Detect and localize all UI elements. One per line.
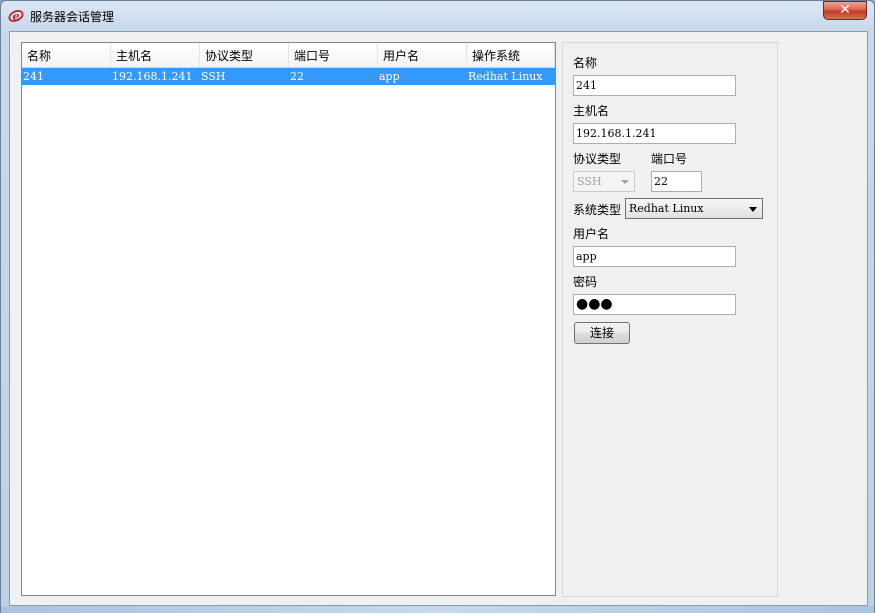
column-header-os[interactable]: 操作系统	[467, 43, 555, 67]
user-field[interactable]: app	[573, 246, 736, 267]
password-field[interactable]: ●●●	[573, 294, 736, 315]
window-bottom-border	[1, 606, 874, 613]
close-button[interactable]: ✕	[823, 1, 867, 20]
protocol-label: 协议类型	[573, 152, 622, 166]
window-title: 服务器会话管理	[30, 10, 115, 24]
cell-host: 192.168.1.241	[112, 70, 193, 83]
protocol-select: SSH	[573, 171, 635, 192]
chevron-down-icon	[749, 207, 757, 212]
cell-port: 22	[290, 70, 304, 83]
name-field[interactable]: 241	[573, 75, 736, 96]
app-logo-icon: e	[8, 10, 24, 23]
svg-text:e: e	[13, 10, 20, 23]
host-label: 主机名	[573, 104, 610, 118]
session-detail-panel: 名称 241 主机名 192.168.1.241 协议类型 端口号 SSH 22…	[562, 42, 778, 597]
chevron-down-icon	[621, 180, 629, 184]
client-area: 名称 主机名 协议类型 端口号 用户名 操作系统 241 192.168.1.2…	[9, 31, 868, 606]
user-label: 用户名	[573, 227, 610, 241]
column-header-name[interactable]: 名称	[22, 43, 111, 67]
host-field[interactable]: 192.168.1.241	[573, 123, 736, 144]
port-label: 端口号	[651, 152, 688, 166]
os-select[interactable]: Redhat Linux	[625, 198, 763, 219]
port-field[interactable]: 22	[651, 171, 702, 192]
connect-button[interactable]: 连接	[574, 322, 630, 344]
protocol-select-value: SSH	[577, 175, 602, 188]
session-list[interactable]: 名称 主机名 协议类型 端口号 用户名 操作系统 241 192.168.1.2…	[21, 42, 556, 596]
cell-protocol: SSH	[201, 70, 226, 83]
column-header-port[interactable]: 端口号	[289, 43, 378, 67]
os-select-value: Redhat Linux	[629, 202, 704, 215]
column-header-user[interactable]: 用户名	[378, 43, 467, 67]
column-header-host[interactable]: 主机名	[111, 43, 200, 67]
title-bar[interactable]: e 服务器会话管理 ✕	[1, 1, 874, 31]
cell-os: Redhat Linux	[468, 70, 543, 83]
password-label: 密码	[573, 275, 598, 289]
column-header-protocol[interactable]: 协议类型	[200, 43, 289, 67]
cell-user: app	[379, 70, 400, 83]
cell-name: 241	[23, 70, 44, 83]
session-manager-window: e 服务器会话管理 ✕ 名称 主机名 协议类型 端口号 用户名 操作系统 241…	[0, 0, 875, 613]
list-header: 名称 主机名 协议类型 端口号 用户名 操作系统	[22, 43, 555, 68]
table-row[interactable]: 241 192.168.1.241 SSH 22 app Redhat Linu…	[22, 68, 555, 85]
name-label: 名称	[573, 56, 598, 70]
os-label: 系统类型	[573, 203, 622, 217]
